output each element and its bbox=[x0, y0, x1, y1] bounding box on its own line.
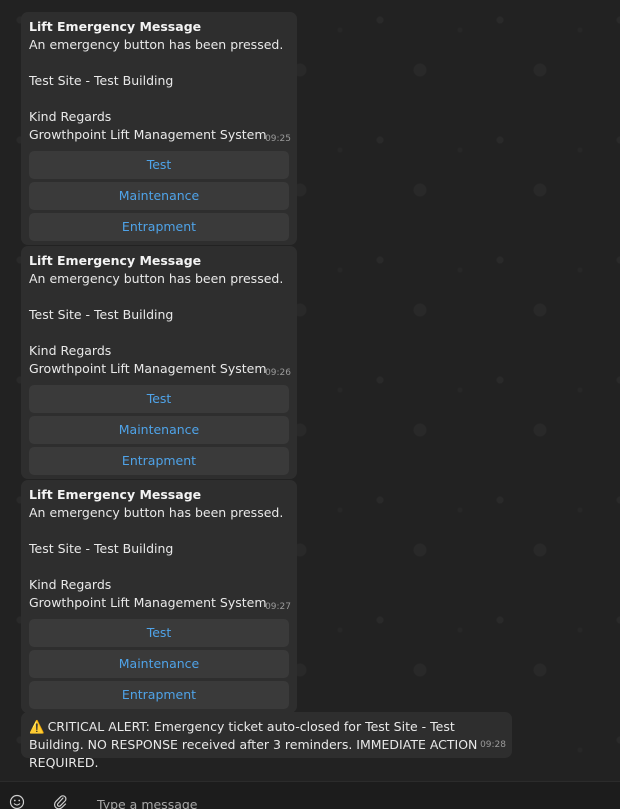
entrapment-button[interactable]: Entrapment bbox=[29, 213, 289, 241]
message-site: Test Site - Test Building bbox=[29, 307, 174, 322]
alert-time: 09:28 bbox=[480, 740, 506, 750]
message-text: An emergency button has been pressed. bbox=[29, 505, 284, 520]
quick-reply-buttons: Test Maintenance Entrapment bbox=[21, 151, 297, 245]
test-button[interactable]: Test bbox=[29, 151, 289, 179]
message-text: An emergency button has been pressed. bbox=[29, 37, 284, 52]
message-bubble: Lift Emergency Message An emergency butt… bbox=[21, 246, 297, 479]
message-signature: Growthpoint Lift Management System bbox=[29, 127, 267, 142]
test-button[interactable]: Test bbox=[29, 385, 289, 413]
message-time: 09:27 bbox=[265, 602, 291, 612]
quick-reply-buttons: Test Maintenance Entrapment bbox=[21, 619, 297, 713]
message-composer: Type a message bbox=[0, 781, 620, 809]
message-time: 09:25 bbox=[265, 134, 291, 144]
message-body: Lift Emergency Message An emergency butt… bbox=[21, 12, 297, 148]
message-regards: Kind Regards bbox=[29, 109, 112, 124]
warning-icon: ⚠️ bbox=[29, 719, 45, 734]
message-title: Lift Emergency Message bbox=[29, 487, 202, 502]
critical-alert-message: ⚠️ CRITICAL ALERT: Emergency ticket auto-… bbox=[21, 712, 512, 770]
quick-reply-buttons: Test Maintenance Entrapment bbox=[21, 385, 297, 479]
message-title: Lift Emergency Message bbox=[29, 19, 202, 34]
message-site: Test Site - Test Building bbox=[29, 73, 174, 88]
message-body: Lift Emergency Message An emergency butt… bbox=[21, 246, 297, 382]
emoji-icon[interactable] bbox=[9, 794, 25, 809]
paperclip-icon[interactable] bbox=[52, 794, 68, 809]
message-signature: Growthpoint Lift Management System bbox=[29, 361, 267, 376]
test-button[interactable]: Test bbox=[29, 619, 289, 647]
entrapment-button[interactable]: Entrapment bbox=[29, 447, 289, 475]
message-regards: Kind Regards bbox=[29, 343, 112, 358]
message-input[interactable]: Type a message bbox=[97, 797, 198, 809]
maintenance-button[interactable]: Maintenance bbox=[29, 182, 289, 210]
maintenance-button[interactable]: Maintenance bbox=[29, 416, 289, 444]
entrapment-button[interactable]: Entrapment bbox=[29, 681, 289, 709]
alert-text-wrap: ⚠️ CRITICAL ALERT: Emergency ticket auto-… bbox=[21, 712, 512, 772]
message-regards: Kind Regards bbox=[29, 577, 112, 592]
alert-text: CRITICAL ALERT: Emergency ticket auto-cl… bbox=[29, 719, 478, 770]
message-signature: Growthpoint Lift Management System bbox=[29, 595, 267, 610]
message-title: Lift Emergency Message bbox=[29, 253, 202, 268]
message-text: An emergency button has been pressed. bbox=[29, 271, 284, 286]
maintenance-button[interactable]: Maintenance bbox=[29, 650, 289, 678]
message-site: Test Site - Test Building bbox=[29, 541, 174, 556]
message-body: Lift Emergency Message An emergency butt… bbox=[21, 480, 297, 616]
chat-area: Lift Emergency Message An emergency butt… bbox=[0, 0, 620, 809]
message-time: 09:26 bbox=[265, 368, 291, 378]
message-bubble: Lift Emergency Message An emergency butt… bbox=[21, 12, 297, 245]
message-bubble: Lift Emergency Message An emergency butt… bbox=[21, 480, 297, 713]
